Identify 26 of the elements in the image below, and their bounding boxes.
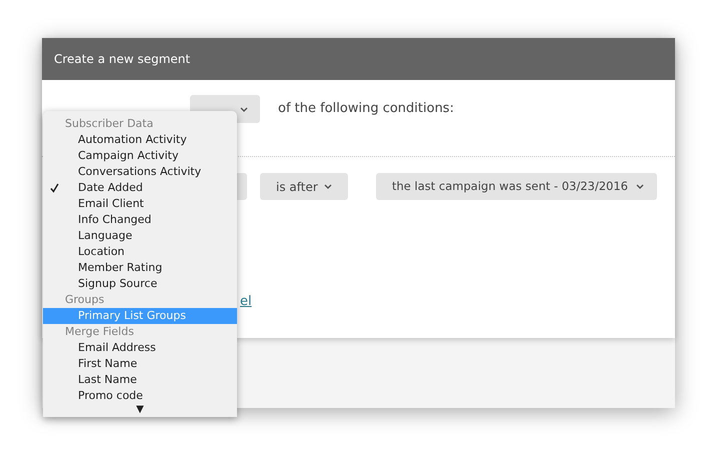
menu-item[interactable]: Promo code xyxy=(43,388,237,404)
menu-item[interactable]: Signup Source xyxy=(43,276,237,292)
value-select[interactable]: the last campaign was sent - 03/23/2016 xyxy=(376,173,657,200)
chevron-icon xyxy=(324,184,332,189)
menu-item[interactable]: Last Name xyxy=(43,372,237,388)
menu-item[interactable]: Member Rating xyxy=(43,260,237,276)
menu-group-label: Groups xyxy=(65,293,104,306)
menu-item[interactable]: Email Address xyxy=(43,340,237,356)
menu-group-label: Subscriber Data xyxy=(65,117,154,130)
operator-select[interactable]: is after xyxy=(260,173,348,200)
menu-group-label: Merge Fields xyxy=(65,325,134,338)
chevron-icon xyxy=(240,106,248,112)
scroll-down-arrow[interactable]: ▼ xyxy=(136,404,144,415)
menu-item[interactable]: Location xyxy=(43,244,237,260)
menu-item[interactable]: Email Client xyxy=(43,196,237,212)
menu-item[interactable]: Info Changed xyxy=(43,212,237,228)
chevron-icon xyxy=(636,184,644,189)
menu-item[interactable]: Conversations Activity xyxy=(43,164,237,180)
menu-item[interactable]: Campaign Activity xyxy=(43,148,237,164)
window-title: Create a new segment xyxy=(54,51,190,68)
menu-item[interactable]: Language xyxy=(43,228,237,244)
menu-item[interactable]: Date Added xyxy=(43,180,237,196)
menu-item[interactable]: First Name xyxy=(43,356,237,372)
cancel-link[interactable]: el xyxy=(240,294,252,309)
conditions-label: of the following conditions: xyxy=(278,100,454,118)
menu-item[interactable]: Automation Activity xyxy=(43,132,237,148)
